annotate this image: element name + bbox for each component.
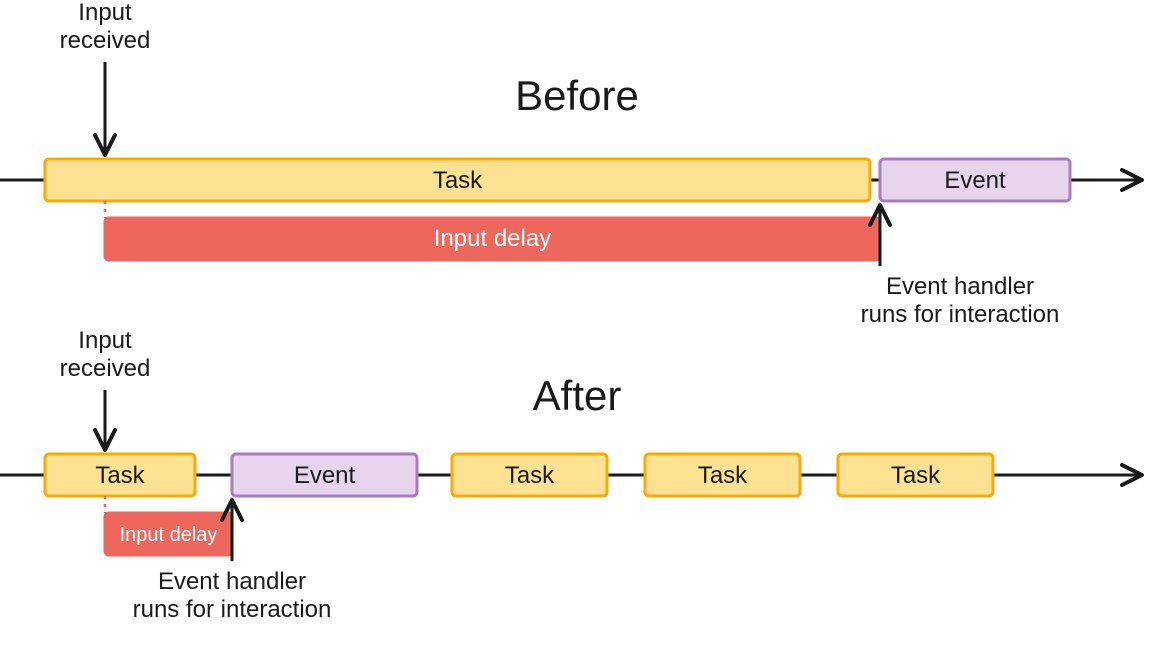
input-delay-label: Input delay xyxy=(120,524,218,546)
event-label: Event xyxy=(944,167,1006,194)
input-received-label: Inputreceived xyxy=(60,0,151,54)
task-label: Task xyxy=(891,462,941,489)
diagram-root: Before Task Event Inputreceived Input delay E… xyxy=(0,0,1155,647)
task-label: Task xyxy=(698,462,748,489)
title-before: Before xyxy=(515,72,639,119)
task-label: Task xyxy=(433,167,483,194)
task-label: Task xyxy=(505,462,555,489)
task-label: Task xyxy=(95,462,145,489)
event-label: Event xyxy=(294,462,356,489)
title-after: After xyxy=(533,372,622,419)
input-received-label: Inputreceived xyxy=(60,327,151,382)
event-handler-label: Event handlerruns for interaction xyxy=(861,273,1060,328)
input-delay-label: Input delay xyxy=(434,225,551,252)
event-handler-label: Event handlerruns for interaction xyxy=(133,568,332,623)
